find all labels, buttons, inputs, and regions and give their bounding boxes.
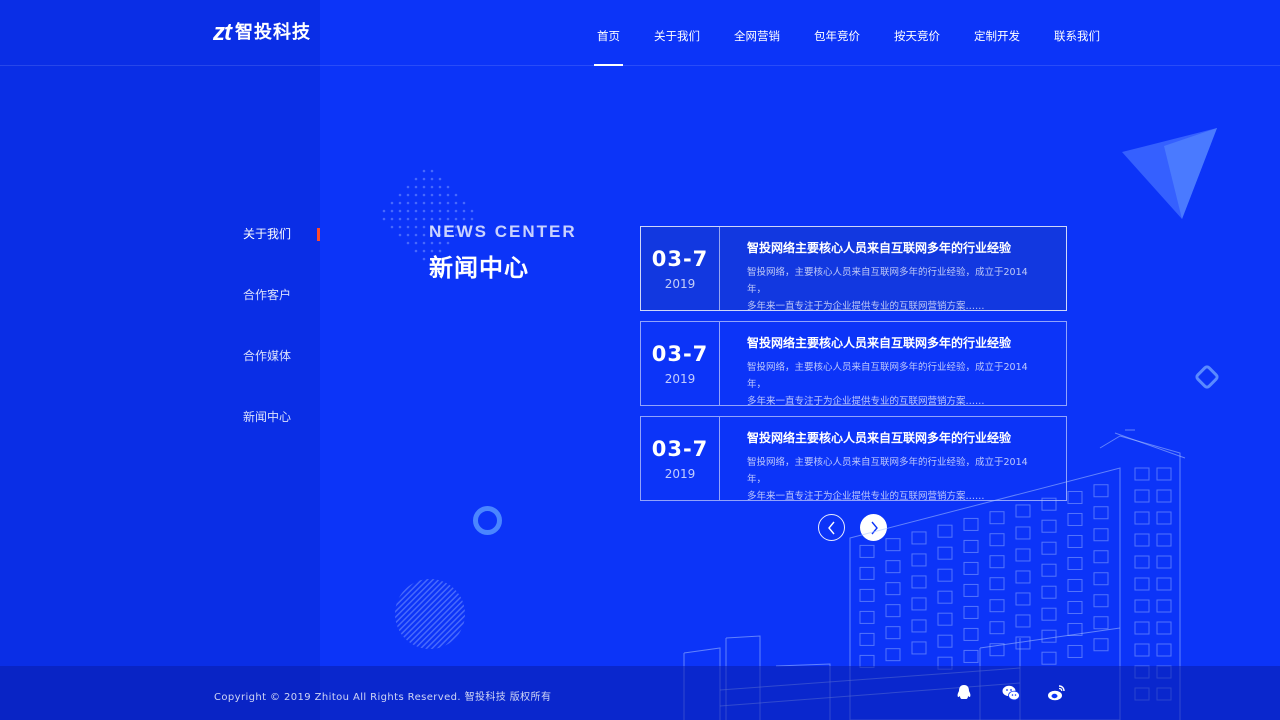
news-description: 智投网络，主要核心人员来自互联网多年的行业经验，成立于2014年， 多年来一直专… (747, 264, 1046, 315)
weibo-icon[interactable] (1046, 683, 1066, 703)
wechat-icon[interactable] (1001, 683, 1021, 703)
news-body: 智投网络主要核心人员来自互联网多年的行业经验 智投网络，主要核心人员来自互联网多… (720, 227, 1066, 312)
sidebar-item-media[interactable]: 合作媒体 (0, 342, 320, 403)
logo-mark: zt (213, 19, 232, 46)
news-title[interactable]: 智投网络主要核心人员来自互联网多年的行业经验 (747, 334, 1046, 351)
news-desc-line: 智投网络，主要核心人员来自互联网多年的行业经验，成立于2014年， (747, 362, 1028, 390)
logo[interactable]: zt 智投科技 (213, 20, 311, 46)
logo-text: 智投科技 (235, 22, 311, 43)
news-body: 智投网络主要核心人员来自互联网多年的行业经验 智投网络，主要核心人员来自互联网多… (720, 322, 1066, 407)
news-day: 03-7 (651, 341, 709, 366)
section-title-en: NEWS CENTER (429, 222, 577, 241)
copyright-text: Copyright © 2019 Zhitou All Rights Reser… (214, 692, 552, 703)
news-desc-line: 多年来一直专注于为企业提供专业的互联网营销方案…… (747, 301, 985, 312)
ring-decoration (473, 506, 502, 535)
qq-icon[interactable] (954, 683, 974, 703)
news-desc-line: 多年来一直专注于为企业提供专业的互联网营销方案…… (747, 396, 985, 407)
news-desc-line: 智投网络，主要核心人员来自互联网多年的行业经验，成立于2014年， (747, 267, 1028, 295)
news-date: 03-7 2019 (641, 227, 720, 310)
news-description: 智投网络，主要核心人员来自互联网多年的行业经验，成立于2014年， 多年来一直专… (747, 359, 1046, 410)
nav-item-yearly-bidding[interactable]: 包年竞价 (801, 0, 873, 66)
news-title[interactable]: 智投网络主要核心人员来自互联网多年的行业经验 (747, 239, 1046, 256)
diamond-decoration (1195, 365, 1219, 389)
nav-item-contact[interactable]: 联系我们 (1041, 0, 1113, 66)
nav-item-marketing[interactable]: 全网营销 (721, 0, 793, 66)
nav-item-about[interactable]: 关于我们 (641, 0, 713, 66)
news-year: 2019 (664, 371, 696, 386)
news-card[interactable]: 03-7 2019 智投网络主要核心人员来自互联网多年的行业经验 智投网络，主要… (640, 321, 1067, 407)
main-nav: 首页 关于我们 全网营销 包年竞价 按天竞价 定制开发 联系我们 (584, 0, 1121, 66)
nav-item-home[interactable]: 首页 (584, 0, 633, 66)
news-day: 03-7 (651, 246, 709, 271)
news-year: 2019 (664, 276, 696, 291)
sidebar-item-clients[interactable]: 合作客户 (0, 281, 320, 342)
striped-circle-decoration (395, 579, 465, 649)
sidebar-item-about[interactable]: 关于我们 (0, 220, 320, 281)
news-card[interactable]: 03-7 2019 智投网络主要核心人员来自互联网多年的行业经验 智投网络，主要… (640, 226, 1067, 312)
nav-item-daily-bidding[interactable]: 按天竞价 (881, 0, 953, 66)
header: zt 智投科技 首页 关于我们 全网营销 包年竞价 按天竞价 定制开发 联系我们 (0, 0, 1280, 66)
footer: Copyright © 2019 Zhitou All Rights Reser… (0, 666, 1280, 720)
news-date: 03-7 2019 (641, 322, 720, 405)
sidebar-item-news[interactable]: 新闻中心 (0, 403, 320, 464)
section-title: NEWS CENTER 新闻中心 (429, 222, 577, 283)
section-title-cn: 新闻中心 (429, 254, 529, 282)
nav-item-custom-dev[interactable]: 定制开发 (961, 0, 1033, 66)
triangle-decoration (1122, 128, 1217, 219)
side-menu: 关于我们 合作客户 合作媒体 新闻中心 (0, 220, 320, 464)
